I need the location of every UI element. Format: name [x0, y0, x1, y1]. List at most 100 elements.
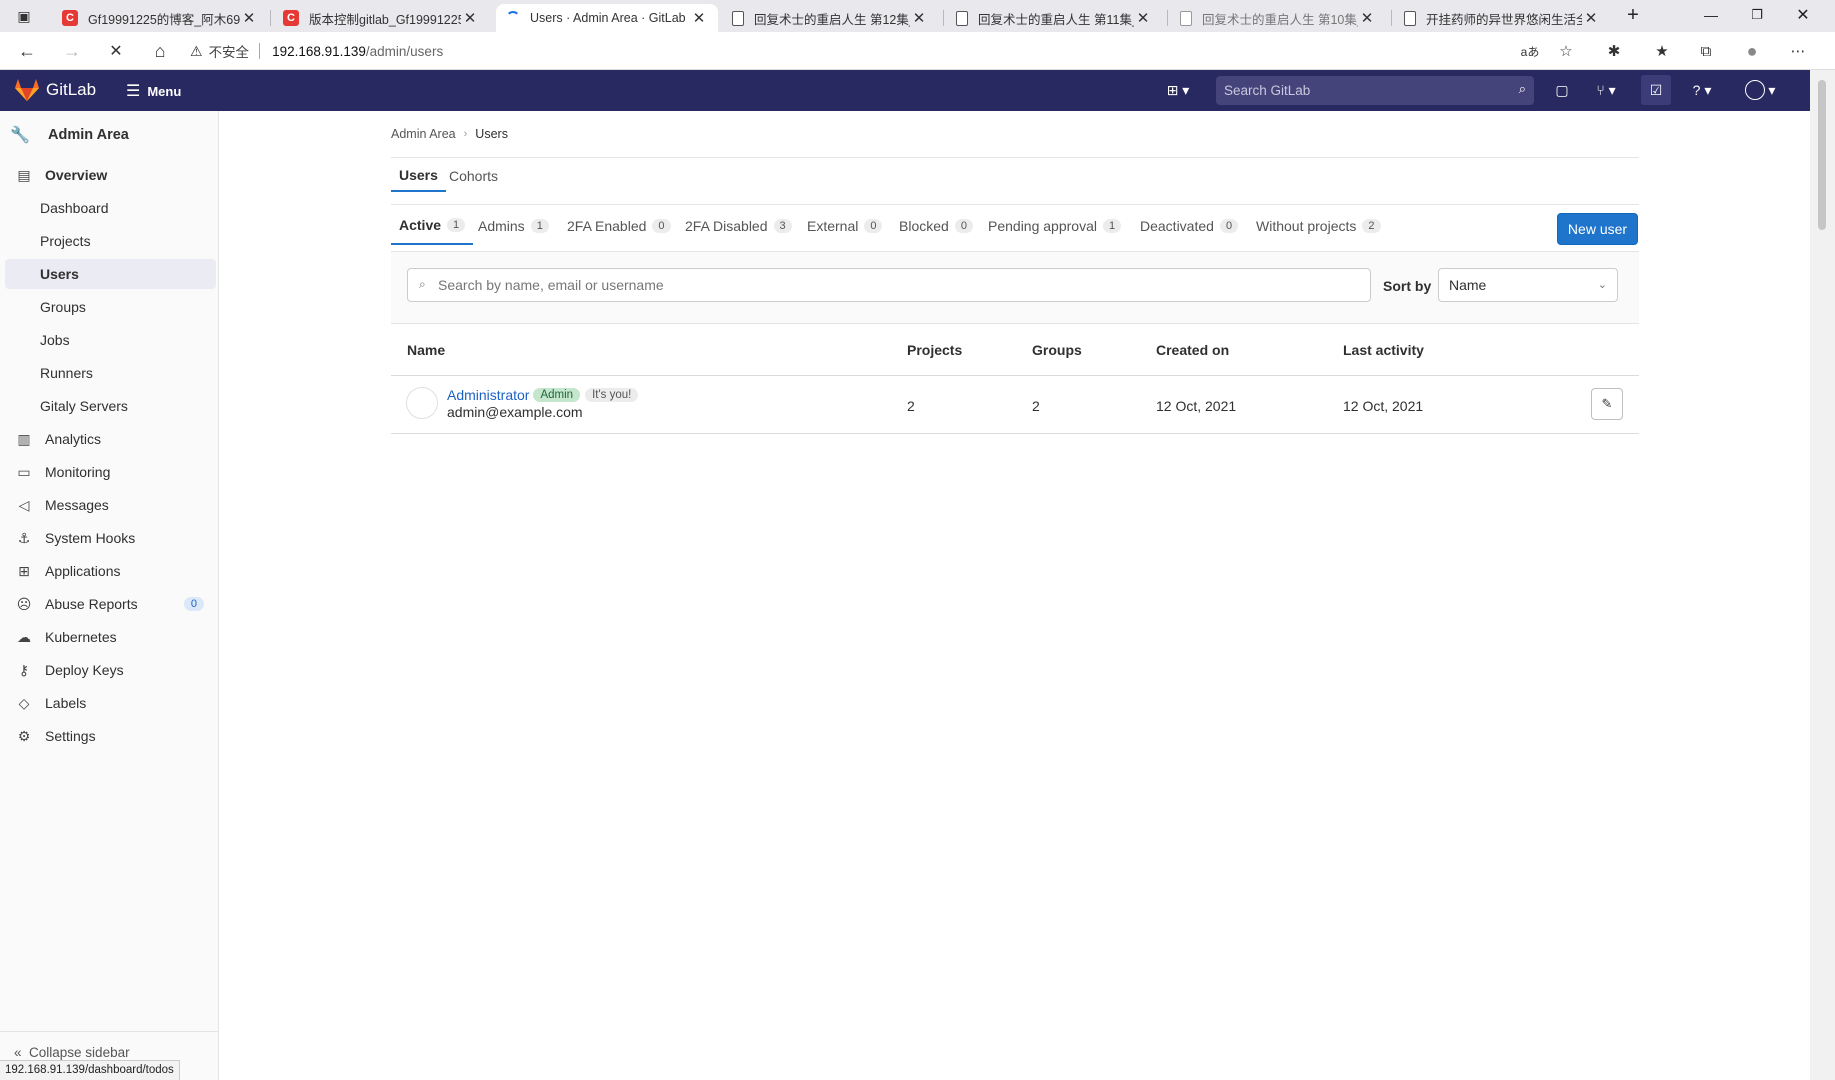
- sidebar-header[interactable]: 🔧 Admin Area: [8, 120, 213, 150]
- tab-actions-icon[interactable]: ▣: [7, 1, 41, 31]
- sidebar-item-messages[interactable]: ◁ Messages: [5, 490, 216, 520]
- warning-icon: ⚠: [190, 42, 203, 59]
- count-badge: 3: [773, 219, 792, 233]
- filter-tab-label: Deactivated: [1140, 218, 1214, 234]
- sidebar-item-system-hooks[interactable]: ⚓ System Hooks: [5, 523, 216, 553]
- url-field[interactable]: ⚠ 不安全 192.168.91.139/admin/users: [190, 38, 443, 64]
- close-icon[interactable]: ✕: [910, 9, 928, 27]
- sidebar-item-label: Runners: [40, 365, 93, 381]
- grid-icon: ▤: [17, 166, 31, 183]
- close-icon[interactable]: ✕: [1358, 9, 1376, 27]
- home-icon[interactable]: ⌂: [143, 36, 177, 66]
- sidebar-item-kubernetes[interactable]: ☁ Kubernetes: [5, 622, 216, 652]
- browser-tab[interactable]: 回复术士的重启人生 第12集_ ✕: [722, 4, 938, 32]
- new-tab-icon[interactable]: +: [1610, 0, 1656, 30]
- filter-tab-external[interactable]: External 0: [799, 207, 890, 245]
- sidebar-item-dashboard[interactable]: Dashboard: [5, 193, 216, 223]
- filter-tab-2fa-enabled[interactable]: 2FA Enabled 0: [559, 207, 679, 245]
- close-icon[interactable]: ✕: [690, 9, 708, 27]
- sidebar-item-label: Abuse Reports: [45, 596, 138, 612]
- window-close-icon[interactable]: ✕: [1780, 0, 1826, 30]
- sidebar-item-labels[interactable]: ◇ Labels: [5, 688, 216, 718]
- menu-button[interactable]: ☰ Menu: [126, 81, 181, 101]
- sidebar-item-analytics[interactable]: ▥ Analytics: [5, 424, 216, 454]
- todos-icon[interactable]: ☑: [1641, 75, 1671, 105]
- browser-tab-active[interactable]: Users · Admin Area · GitLab ✕: [496, 4, 718, 32]
- filter-tab-without-projects[interactable]: Without projects 2: [1248, 207, 1389, 245]
- browser-tab[interactable]: 开挂药师的异世界悠闲生活全 ✕: [1394, 4, 1610, 32]
- insecure-label: 不安全: [208, 45, 250, 60]
- wrench-icon: 🔧: [10, 127, 30, 144]
- filter-tab-label: Admins: [478, 218, 525, 234]
- back-icon[interactable]: ←: [10, 36, 44, 66]
- sidebar-item-applications[interactable]: ⊞ Applications: [5, 556, 216, 586]
- browser-tab[interactable]: C Gf19991225的博客_阿木690_ ✕: [52, 4, 268, 32]
- avatar[interactable]: [406, 387, 438, 419]
- restore-icon[interactable]: ❐: [1734, 0, 1780, 30]
- help-icon[interactable]: ? ▾: [1684, 78, 1720, 102]
- filter-tab-label: External: [807, 218, 859, 234]
- table-row: Administrator Admin It's you! admin@exam…: [391, 377, 1639, 434]
- favorite-add-icon[interactable]: ☆: [1550, 36, 1582, 66]
- sidebar-item-abuse-reports[interactable]: ☹ Abuse Reports 0: [5, 589, 216, 619]
- tab-cohorts[interactable]: Cohorts: [441, 159, 506, 192]
- browser-tab[interactable]: C 版本控制gitlab_Gf19991225的 ✕: [273, 4, 489, 32]
- merge-requests-icon[interactable]: ⑂ ▾: [1588, 78, 1624, 102]
- new-user-button[interactable]: New user: [1557, 213, 1638, 245]
- gitlab-top-nav: GitLab ☰ Menu ⊞ ▾ Search GitLab ⌕ ▢ ⑂ ▾ …: [0, 70, 1810, 111]
- new-dropdown-icon[interactable]: ⊞ ▾: [1160, 78, 1196, 102]
- filter-tab-pending-approval[interactable]: Pending approval 1: [980, 207, 1129, 245]
- close-icon[interactable]: ✕: [240, 9, 258, 27]
- user-menu[interactable]: ▾: [1740, 78, 1780, 102]
- tab-users[interactable]: Users: [391, 159, 446, 192]
- sidebar-item-label: Kubernetes: [45, 629, 117, 645]
- sort-dropdown[interactable]: Name ⌄: [1438, 268, 1618, 302]
- collapse-sidebar-button[interactable]: « Collapse sidebar: [14, 1045, 130, 1060]
- browser-tab[interactable]: 回复术士的重启人生 第11集_ ✕: [946, 4, 1162, 32]
- page-scrollbar[interactable]: [1810, 70, 1835, 1080]
- sidebar-item-settings[interactable]: ⚙ Settings: [5, 721, 216, 751]
- collections-icon[interactable]: ⧉: [1690, 36, 1722, 66]
- count-badge: 0: [1219, 219, 1239, 233]
- scrollbar-thumb[interactable]: [1818, 80, 1826, 230]
- sort-value: Name: [1449, 277, 1487, 293]
- breadcrumb-users[interactable]: Users: [475, 127, 508, 141]
- sidebar-item-gitaly-servers[interactable]: Gitaly Servers: [5, 391, 216, 421]
- sidebar-item-users[interactable]: Users: [5, 259, 216, 289]
- forward-icon[interactable]: →: [55, 36, 89, 66]
- close-icon[interactable]: ✕: [461, 9, 479, 27]
- filter-tab-admins[interactable]: Admins 1: [470, 207, 557, 245]
- issues-icon[interactable]: ▢: [1550, 78, 1574, 102]
- stop-icon[interactable]: ✕: [99, 36, 133, 66]
- divider: [391, 204, 1639, 205]
- user-name-link[interactable]: Administrator: [447, 387, 529, 403]
- sidebar-item-deploy-keys[interactable]: ⚷ Deploy Keys: [5, 655, 216, 685]
- filter-tab-2fa-disabled[interactable]: 2FA Disabled 3: [677, 207, 800, 245]
- collapse-icon: «: [14, 1045, 22, 1060]
- sidebar-item-jobs[interactable]: Jobs: [5, 325, 216, 355]
- read-aloud-icon[interactable]: aあ: [1514, 36, 1546, 66]
- edit-user-button[interactable]: ✎: [1591, 388, 1623, 420]
- admin-badge: Admin: [533, 388, 581, 402]
- cell-groups: 2: [1032, 398, 1040, 414]
- minimize-icon[interactable]: —: [1688, 0, 1734, 30]
- gitlab-logo[interactable]: GitLab: [14, 78, 96, 102]
- favorites-icon[interactable]: ★: [1646, 36, 1678, 66]
- user-search-input[interactable]: ⌕ Search by name, email or username: [407, 268, 1371, 302]
- filter-tab-deactivated[interactable]: Deactivated 0: [1132, 207, 1246, 245]
- sidebar-item-groups[interactable]: Groups: [5, 292, 216, 322]
- sidebar-item-overview[interactable]: ▤ Overview: [5, 160, 216, 190]
- breadcrumb-admin-area[interactable]: Admin Area: [391, 127, 456, 141]
- sidebar-item-monitoring[interactable]: ▭ Monitoring: [5, 457, 216, 487]
- sidebar-item-runners[interactable]: Runners: [5, 358, 216, 388]
- search-input[interactable]: Search GitLab ⌕: [1216, 76, 1534, 105]
- profile-icon[interactable]: ●: [1736, 36, 1768, 66]
- close-icon[interactable]: ✕: [1582, 9, 1600, 27]
- more-icon[interactable]: ⋯: [1782, 36, 1814, 66]
- sidebar-item-projects[interactable]: Projects: [5, 226, 216, 256]
- filter-tab-blocked[interactable]: Blocked 0: [891, 207, 981, 245]
- browser-tab[interactable]: 回复术士的重启人生 第10集_ ✕: [1170, 4, 1386, 32]
- filter-tab-active[interactable]: Active 1: [391, 207, 474, 245]
- close-icon[interactable]: ✕: [1134, 9, 1152, 27]
- extensions-icon[interactable]: ✱: [1598, 36, 1630, 66]
